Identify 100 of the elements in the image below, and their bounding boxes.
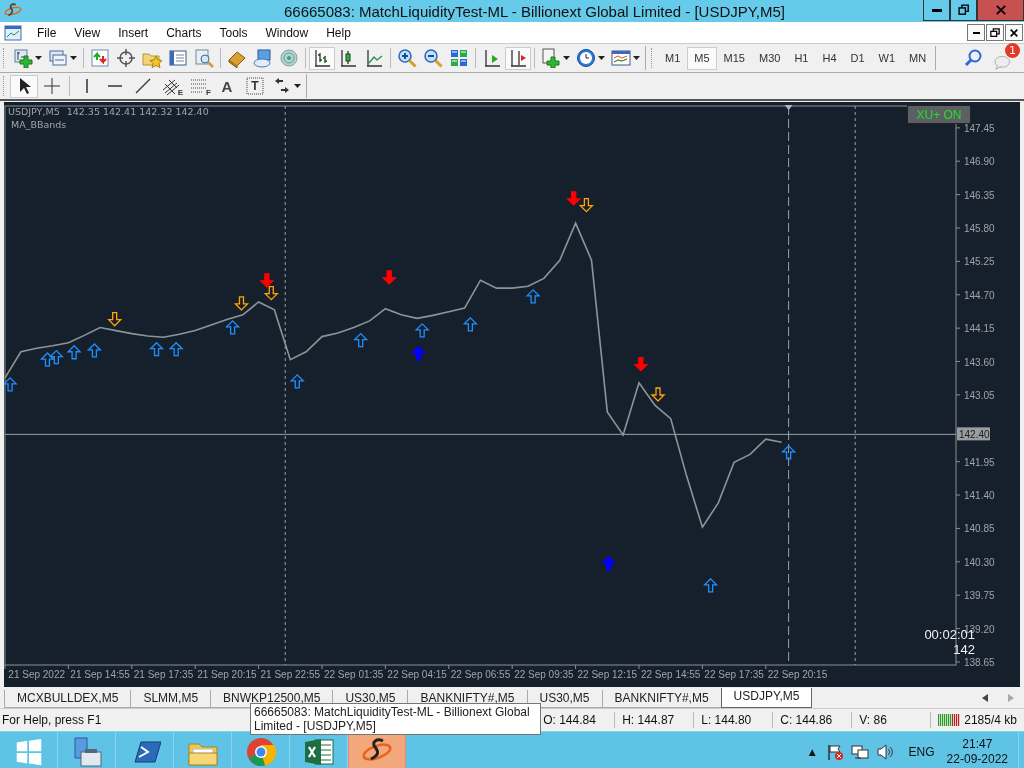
notifications-button[interactable]: 1 [994,46,1020,70]
menu-item[interactable]: Tools [210,25,257,40]
up-arrow-icon [225,319,241,335]
candles-icon [338,48,358,68]
excel-icon [302,736,335,768]
time-label: 22 Sep 14:55 [640,669,701,680]
label-icon [245,76,265,96]
minimize-button[interactable] [967,24,985,41]
language-indicator[interactable]: ENG [908,745,935,759]
status-field: L: 144.80 [694,712,774,728]
down-arrow-icon [381,270,397,285]
fibo-channel-tool[interactable]: E [157,74,185,98]
time-label: 21 Sep 17:35 [133,669,194,680]
up-arrow-icon [148,341,165,357]
menu-item[interactable]: File [28,25,66,40]
status-field: H: 144.87 [615,712,695,728]
down-arrow-icon [233,296,250,311]
timeframe-button[interactable]: H1 [787,46,816,70]
up-arrow-icon [462,316,478,332]
text-tool[interactable]: A [213,74,241,98]
timeframe-button[interactable]: M15 [716,46,752,70]
chart-tab[interactable]: BANKNIFTY#,M5 [601,690,722,708]
minimize-button[interactable] [923,0,950,21]
bar-chart-button[interactable] [309,46,335,70]
chart-shift-button[interactable] [505,46,531,70]
menu-item[interactable]: View [65,25,110,40]
chart-tab[interactable]: SLMM,M5 [130,690,212,708]
timeframe-button[interactable]: H4 [815,46,844,70]
down-arrow-icon [578,197,594,213]
close-button[interactable] [1005,24,1023,41]
templates-icon [611,48,631,68]
down-arrow-icon [259,273,275,288]
time-label: 22 Sep 01:35 [323,669,384,680]
zoom-in-icon [397,48,417,68]
indicator-label: MA_BBands [11,119,67,130]
clock-date[interactable]: 22-09-2022 [946,752,1008,767]
search-icon[interactable] [964,48,984,68]
price-label: 146.90 [964,156,995,168]
terminal-icon [168,48,188,68]
up-arrow-icon [39,352,56,367]
autoscroll-icon [482,48,502,68]
connection-bars-icon [938,714,961,726]
hline-icon [107,84,123,88]
up-arrow-icon [781,444,797,460]
caret-icon [294,84,301,88]
up-arrow-icon [86,343,102,358]
restore-button[interactable] [986,24,1004,41]
timeframe-button[interactable]: M30 [751,46,788,70]
menu-item[interactable]: Window [256,25,318,40]
price-label: 141.40 [964,490,995,502]
chart-window-icon [4,23,22,42]
timeframe-button[interactable]: D1 [843,46,872,70]
timeframe-button[interactable]: M5 [687,46,717,70]
close-icon [993,3,1008,17]
up-arrow-icon [168,341,184,357]
expert-toggle-button[interactable]: XU+ ON [907,105,971,124]
vline-icon [85,78,89,94]
chart-tab[interactable]: MCXBULLDEX,M5 [4,690,132,708]
clock-time[interactable]: 21:47 [962,737,993,752]
timeframe-button[interactable]: W1 [871,46,903,70]
line-chart-icon [364,48,384,68]
window-title: 66665083: MatchLiquidityTest-ML - Billionext Global Limited - [USDJPY,M5] [282,2,787,20]
menu-item[interactable]: Insert [109,25,158,40]
timeframe-button[interactable]: M1 [658,46,688,70]
chart-tab[interactable]: USDJPY,M5 [720,688,813,708]
traffic-text: 2185/4 kb [964,712,1017,728]
time-label: 21 Sep 14:55 [70,669,130,680]
network-icon[interactable] [850,743,869,761]
speaker-icon[interactable] [875,743,894,761]
fibo-tool[interactable]: F [185,74,213,98]
tray-expand-button[interactable]: ▲ [808,747,816,757]
profiles-icon [48,48,68,68]
bar-chart-icon [312,48,332,68]
down-arrow-icon [650,387,666,402]
cursor-tool[interactable] [10,74,38,98]
restore-icon [956,3,971,17]
caret-icon [35,56,42,60]
menu-item[interactable]: Help [317,25,360,40]
down-arrow-icon [566,191,582,206]
minimize-icon [972,31,980,34]
time-label: 22 Sep 17:35 [704,669,764,680]
scroll-left-icon[interactable] [982,694,988,702]
status-field: V: 86 [852,712,932,728]
time-label: 21 Sep 20:15 [197,669,257,680]
up-arrow-icon [66,344,82,360]
clock-icon [576,48,596,68]
label-tool[interactable]: T [241,74,269,98]
timeframe-button[interactable]: MN [902,46,934,70]
price-label: 146.35 [964,189,995,201]
restore-button[interactable] [950,0,977,21]
time-label: 22 Sep 04:15 [387,669,447,680]
bar-count: 142 [953,642,975,657]
time-label: 22 Sep 12:15 [577,669,638,680]
menu-item[interactable]: Charts [157,25,211,40]
status-text: For Help, press F1 [1,712,103,728]
flag-icon[interactable] [825,743,844,761]
new-chart-icon [13,48,33,68]
price-label: 144.15 [964,323,995,335]
shift-marker-icon[interactable] [784,105,793,110]
price-label: 143.60 [964,356,995,368]
